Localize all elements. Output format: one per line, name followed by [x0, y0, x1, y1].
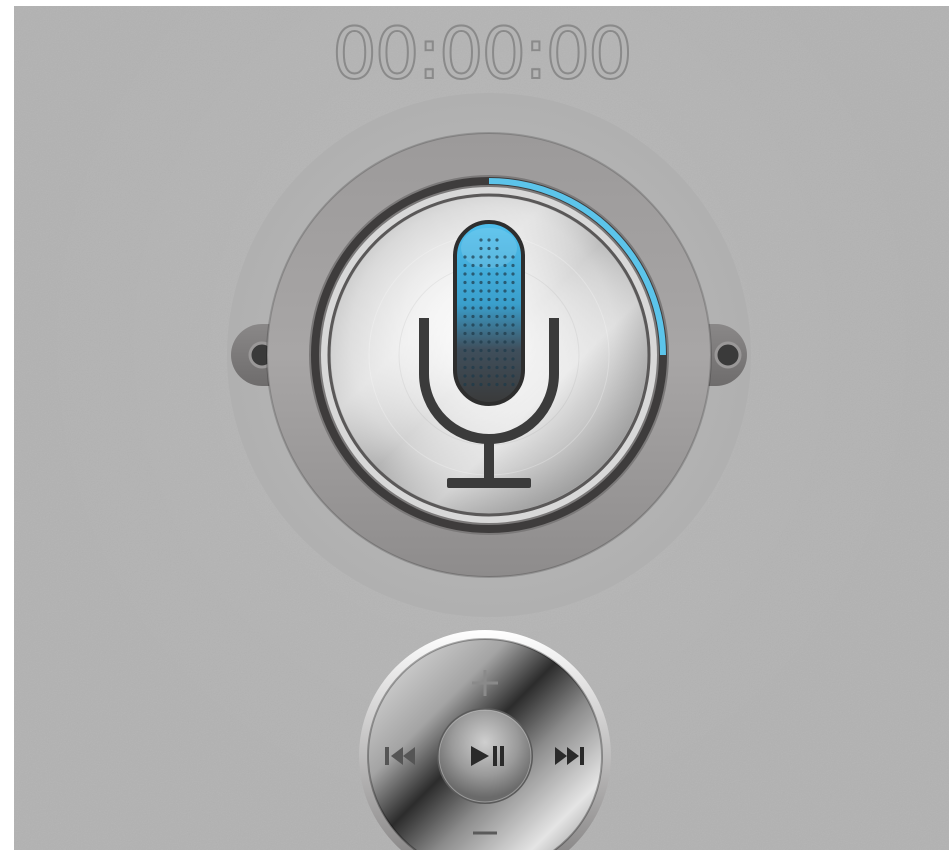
elapsed-time-display: 00:00:00 — [331, 12, 633, 96]
volume-up-button[interactable] — [450, 660, 520, 700]
playback-control-wheel — [359, 630, 611, 850]
previous-track-button[interactable] — [377, 736, 433, 776]
volume-down-button[interactable] — [450, 816, 520, 846]
play-pause-button[interactable] — [437, 708, 533, 804]
record-button[interactable] — [321, 187, 657, 523]
recorder-panel: 00:00:00 — [14, 6, 949, 850]
record-button-assembly — [227, 93, 751, 617]
next-track-button[interactable] — [537, 736, 593, 776]
